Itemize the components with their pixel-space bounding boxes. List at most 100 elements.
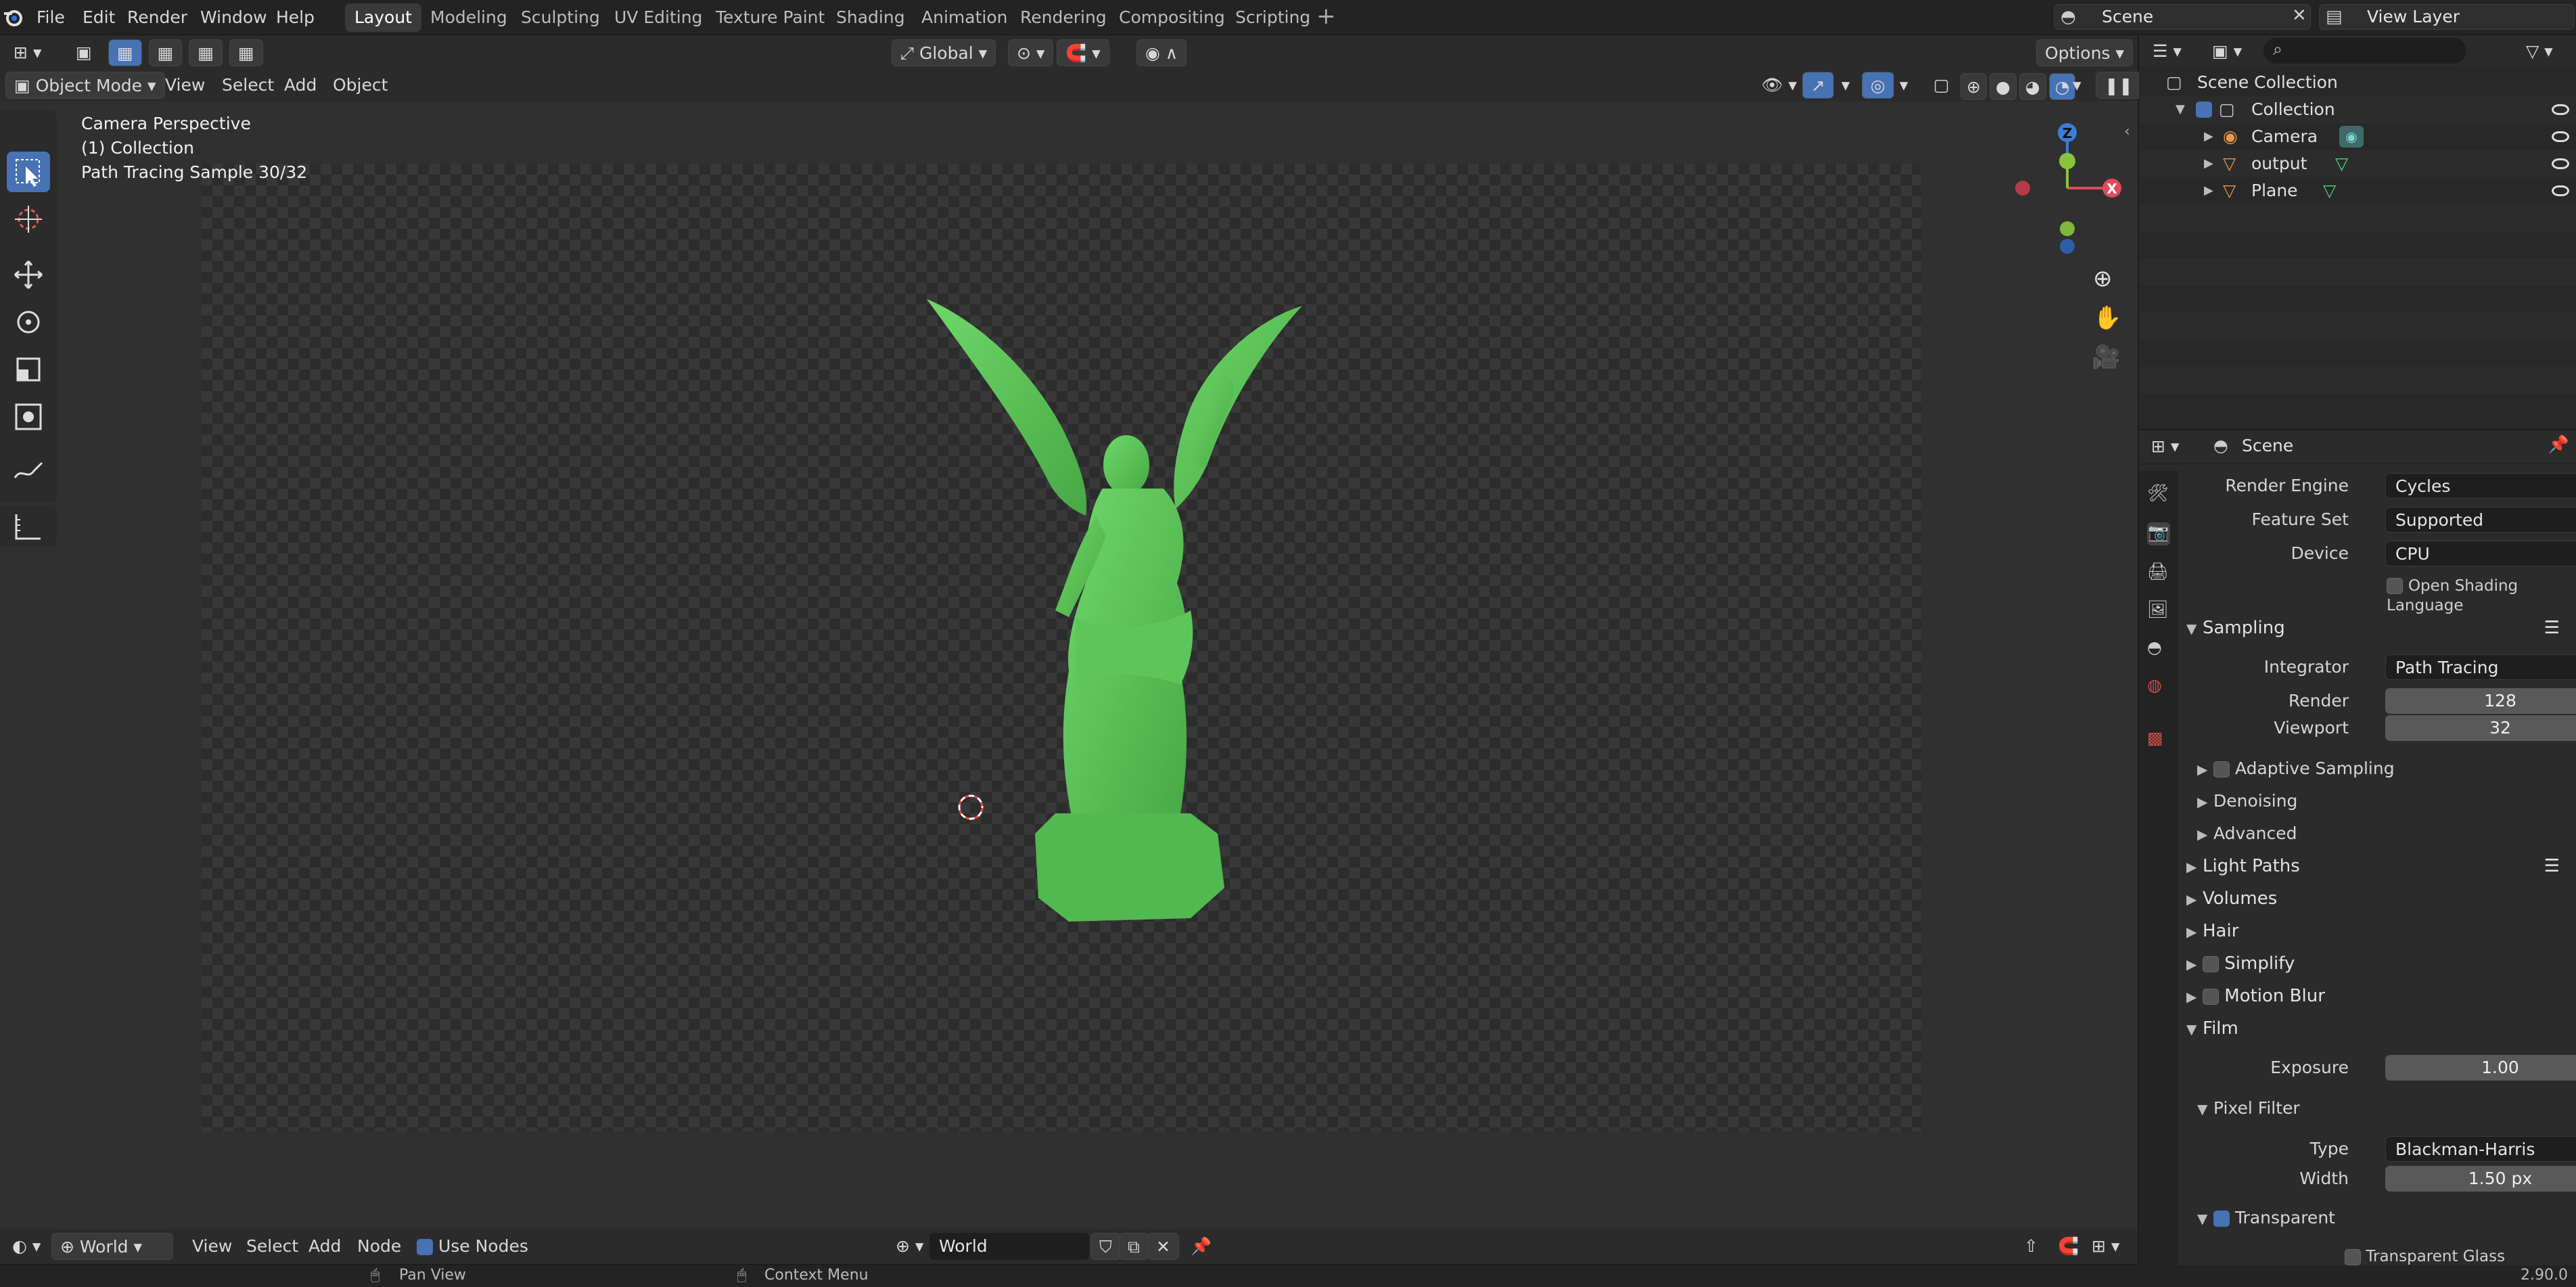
outliner-row-camera[interactable]: ▶ ◉ Camera ◉ — [2139, 123, 2576, 150]
add-workspace-icon[interactable]: + — [1316, 3, 1336, 30]
menu-edit[interactable]: Edit — [83, 0, 115, 35]
pin-icon[interactable]: 📌 — [2548, 434, 2569, 455]
menu-node[interactable]: Node — [349, 1233, 409, 1260]
wireframe-shading-icon[interactable]: ⊕ — [1960, 73, 1987, 100]
outliner-row-plane[interactable]: ▶ ▽ Plane ▽ — [2139, 177, 2576, 204]
view-layer-selector[interactable]: View Layer — [2319, 4, 2575, 30]
collection-checkbox[interactable] — [2196, 101, 2212, 118]
menu-help[interactable]: Help — [276, 0, 315, 35]
scale-tool-icon[interactable] — [7, 349, 50, 390]
select-tool-icon[interactable] — [7, 152, 50, 192]
transform-tool-icon[interactable] — [7, 397, 50, 437]
hair-section-header[interactable]: ▶ Hair — [2180, 916, 2576, 946]
presets-list-icon[interactable]: ☰ — [2544, 851, 2560, 881]
pause-render-icon[interactable]: ❚❚ — [2096, 72, 2142, 99]
world-tab-icon[interactable]: ◍ — [2147, 675, 2170, 698]
outliner-row-scene-collection[interactable]: ▢ Scene Collection — [2139, 69, 2576, 96]
3d-cursor-icon[interactable] — [955, 792, 986, 823]
render-engine-dropdown[interactable]: Cycles⌄ — [2385, 473, 2576, 499]
tab-scripting[interactable]: Scripting — [1226, 3, 1320, 32]
menu-view[interactable]: View — [184, 1233, 240, 1260]
menu-render[interactable]: Render — [127, 0, 187, 35]
menu-window[interactable]: Window — [200, 0, 267, 35]
gizmo-toggle-icon[interactable]: ↗ — [1802, 72, 1834, 99]
camera-view-icon[interactable]: 🎥 — [2092, 344, 2120, 371]
move-tool-icon[interactable] — [7, 254, 50, 295]
gizmo-dropdown-icon[interactable]: ▾ — [1833, 72, 1858, 99]
tab-sculpting[interactable]: Sculpting — [511, 3, 610, 32]
tab-texture-paint[interactable]: Texture Paint — [706, 3, 834, 32]
overlays-toggle-icon[interactable]: ◎ — [1862, 72, 1894, 99]
select-extend-icon[interactable]: ▦ — [148, 39, 183, 66]
annotate-tool-icon[interactable] — [7, 451, 50, 491]
tab-animation[interactable]: Animation — [912, 3, 1017, 32]
film-section-header[interactable]: ▼ Film — [2180, 1014, 2576, 1043]
filter-icon[interactable]: ▽ ▾ — [2518, 38, 2561, 65]
use-nodes-toggle[interactable]: Use Nodes — [409, 1233, 536, 1260]
motion-blur-section-header[interactable]: ▶ Motion Blur — [2180, 981, 2576, 1011]
tab-uv-editing[interactable]: UV Editing — [605, 3, 712, 32]
outliner-row-collection[interactable]: ▼ ▢ Collection — [2139, 96, 2576, 123]
cursor-tool-icon[interactable] — [7, 199, 50, 240]
world-name-field[interactable]: World — [929, 1233, 1089, 1260]
tab-shading[interactable]: Shading — [827, 3, 915, 32]
pixel-filter-subpanel[interactable]: ▼ Pixel Filter — [2197, 1093, 2300, 1123]
visibility-eye-icon[interactable] — [2552, 131, 2569, 142]
select-invert-icon[interactable]: ▦ — [229, 39, 263, 66]
navigation-gizmo[interactable]: Z X — [2009, 120, 2131, 263]
visibility-eye-icon[interactable] — [2552, 158, 2569, 169]
measure-tool-icon[interactable] — [0, 506, 57, 547]
editor-type-icon[interactable]: ☰ ▾ — [2144, 38, 2190, 65]
output-tab-icon[interactable]: 🖨 — [2147, 562, 2170, 585]
visibility-eye-icon[interactable] — [2552, 185, 2569, 196]
mesh-data-icon[interactable]: ▽ — [2323, 177, 2336, 204]
device-dropdown[interactable]: CPU⌄ — [2385, 541, 2576, 566]
transparent-glass-checkbox[interactable] — [2345, 1248, 2361, 1265]
editor-type-icon[interactable]: ◐ ▾ — [4, 1233, 49, 1260]
parent-node-icon[interactable]: ⇧ — [2016, 1233, 2046, 1260]
angel-statue[interactable] — [920, 292, 1312, 928]
viewport-samples-field[interactable]: 32 — [2385, 715, 2576, 741]
pan-hand-icon[interactable]: ✋ — [2093, 304, 2121, 332]
integrator-dropdown[interactable]: Path Tracing⌄ — [2385, 654, 2576, 680]
expand-arrow-icon[interactable]: ▶ — [2204, 150, 2213, 177]
tab-modeling[interactable]: Modeling — [421, 3, 517, 32]
menu-select[interactable]: Select — [238, 1233, 306, 1260]
expand-arrow-icon[interactable]: ▼ — [2176, 96, 2185, 123]
render-samples-field[interactable]: 128 — [2385, 688, 2576, 714]
fake-user-icon[interactable]: ⛉ — [1090, 1233, 1121, 1260]
overlays-dropdown-icon[interactable]: ▾ — [1891, 72, 1916, 99]
solid-shading-icon[interactable]: ● — [1989, 73, 2017, 100]
osl-toggle[interactable]: Open Shading Language — [2387, 575, 2576, 614]
transparent-checkbox[interactable] — [2213, 1211, 2230, 1227]
shading-dropdown-icon[interactable]: ▾ — [2065, 72, 2090, 99]
use-nodes-checkbox[interactable] — [417, 1239, 433, 1255]
tab-rendering[interactable]: Rendering — [1011, 3, 1116, 32]
scene-tab-icon[interactable]: ◓ — [2147, 637, 2170, 660]
transparent-glass-toggle[interactable]: Transparent Glass — [2345, 1248, 2505, 1265]
material-shading-icon[interactable]: ◕ — [2019, 73, 2046, 100]
render-tab-icon[interactable]: 📷 — [2147, 522, 2170, 545]
feature-set-dropdown[interactable]: Supported⌄ — [2385, 507, 2576, 533]
close-icon[interactable]: ✕ — [2292, 5, 2307, 26]
light-paths-section-header[interactable]: ▶ Light Paths ☰ — [2180, 851, 2576, 881]
expand-arrow-icon[interactable]: ▶ — [2204, 123, 2213, 150]
menu-view[interactable]: View — [157, 72, 213, 99]
rotate-tool-icon[interactable] — [7, 302, 50, 342]
transparent-subpanel[interactable]: ▼ Transparent — [2197, 1203, 2335, 1233]
shader-type-dropdown[interactable]: ⊕ World ▾ — [51, 1233, 173, 1260]
camera-data-icon[interactable]: ◉ — [2339, 126, 2364, 148]
menu-select[interactable]: Select — [214, 72, 282, 99]
volumes-section-header[interactable]: ▶ Volumes — [2180, 884, 2576, 913]
unlink-icon[interactable]: ✕ — [1147, 1233, 1179, 1260]
pivot-point-dropdown[interactable]: ⊙ ▾ — [1008, 39, 1054, 66]
tab-compositing[interactable]: Compositing — [1109, 3, 1235, 32]
xray-toggle-icon[interactable]: ▢ — [1925, 72, 1958, 99]
display-mode-icon[interactable]: ▣ ▾ — [2204, 38, 2250, 65]
menu-add[interactable]: Add — [276, 72, 325, 99]
scene-selector[interactable]: Scene — [2054, 4, 2311, 30]
tool-tab-icon[interactable]: 🛠 — [2147, 483, 2170, 506]
menu-object[interactable]: Object — [325, 72, 396, 99]
editor-type-icon[interactable]: ⊞ ▾ — [2143, 433, 2187, 460]
editor-type-icon[interactable]: ⊞ ▾ — [5, 39, 49, 66]
